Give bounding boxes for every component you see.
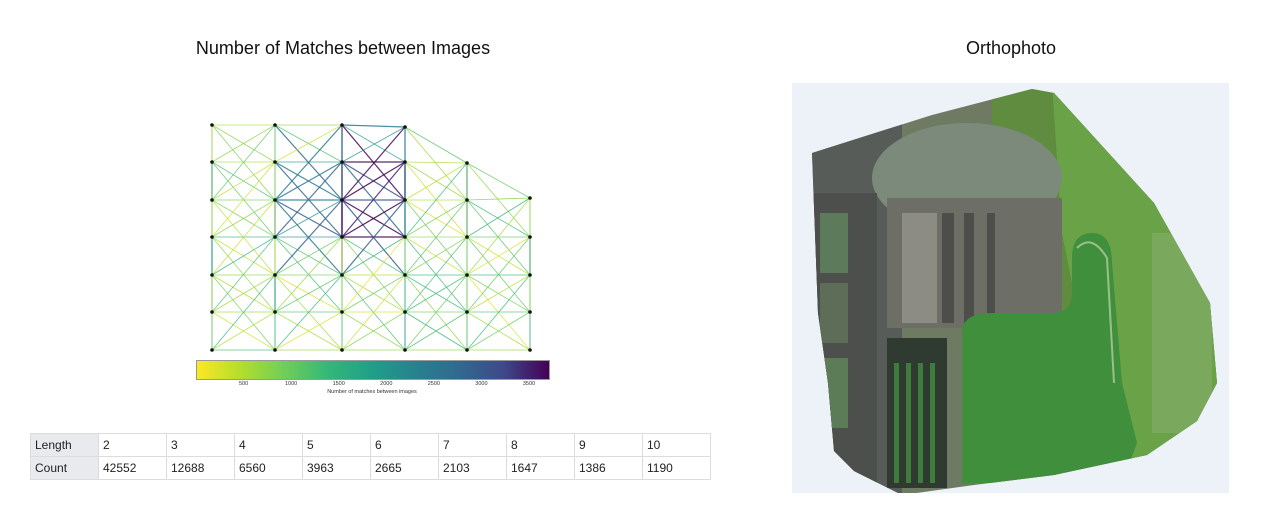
image-node [273,198,277,202]
image-node [403,273,407,277]
colorbar-tick: 500 [238,381,249,387]
image-node [403,125,407,129]
image-node [465,198,469,202]
image-node [210,348,214,352]
image-node [465,348,469,352]
colorbar-tick: 2500 [427,381,440,387]
count-cell: 1190 [642,456,711,480]
count-row: Count 42552 12688 6560 3963 2665 2103 16… [30,456,711,480]
colorbar-tick: 3000 [475,381,488,387]
image-node [340,198,344,202]
count-cell: 2665 [370,456,439,480]
image-node [273,273,277,277]
image-node [528,196,532,200]
image-node [528,235,532,239]
colorbar-tick: 1500 [332,381,345,387]
colorbar-tick: 1000 [285,381,298,387]
image-node [340,123,344,127]
image-node [273,160,277,164]
image-node [528,310,532,314]
orthophoto-image [812,89,1217,493]
image-node [465,161,469,165]
image-node [210,235,214,239]
count-cell: 3963 [302,456,371,480]
track-length-table: Length 2 3 4 5 6 7 8 9 10 Count 42552 12… [30,433,711,480]
length-cell: 5 [302,433,371,457]
length-cell: 2 [98,433,167,457]
image-node [210,310,214,314]
image-node [340,348,344,352]
orthophoto-title: Orthophoto [965,38,1057,58]
count-cell: 1386 [574,456,643,480]
image-node [528,273,532,277]
orthophoto-panel [792,83,1229,493]
count-cell: 2103 [438,456,507,480]
count-cell: 1647 [506,456,575,480]
image-node [210,273,214,277]
image-node [210,123,214,127]
image-node [273,348,277,352]
length-cell: 9 [574,433,643,457]
length-cell: 10 [642,433,711,457]
image-node [210,198,214,202]
image-node [273,235,277,239]
count-header-cell: Count [30,456,99,480]
matches-chart-title: Number of Matches between Images [195,38,491,58]
colorbar [196,360,550,380]
colorbar-tick: 3500 [522,381,536,387]
image-node [465,310,469,314]
image-node [528,348,532,352]
image-node [465,273,469,277]
match-edge [466,162,531,199]
image-node [273,123,277,127]
colorbar-label: Number of matches between images [327,389,417,395]
length-cell: 6 [370,433,439,457]
length-cell: 7 [438,433,507,457]
image-node [403,310,407,314]
match-graph [210,123,532,352]
length-header-cell: Length [30,433,99,457]
image-node [210,160,214,164]
match-edge [341,124,406,128]
image-node [340,273,344,277]
image-node [340,310,344,314]
length-row: Length 2 3 4 5 6 7 8 9 10 [30,433,711,457]
image-node [465,235,469,239]
match-edge [404,161,468,164]
image-node [340,235,344,239]
length-cell: 4 [234,433,303,457]
length-cell: 8 [506,433,575,457]
image-node [403,160,407,164]
length-cell: 3 [166,433,235,457]
image-node [403,348,407,352]
colorbar-tick: 2000 [380,381,393,387]
count-cell: 12688 [166,456,235,480]
count-cell: 42552 [98,456,167,480]
match-edge [404,126,468,164]
image-node [273,310,277,314]
image-node [403,235,407,239]
image-node [403,198,407,202]
image-node [340,160,344,164]
match-edge [404,126,468,201]
count-cell: 6560 [234,456,303,480]
